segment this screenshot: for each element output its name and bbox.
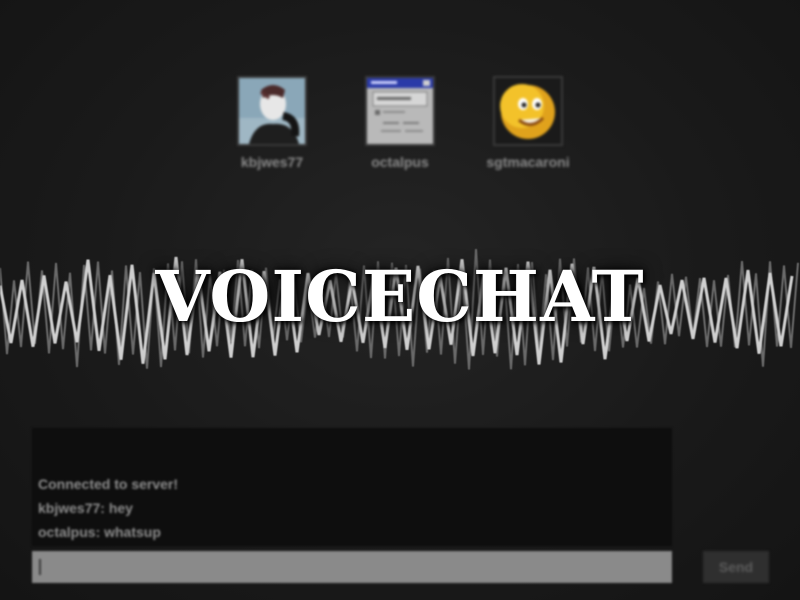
smiley-face-icon [493, 76, 563, 146]
chat-input[interactable] [32, 551, 672, 583]
username: kbjwes77 [240, 154, 304, 170]
window-screenshot-icon [365, 76, 435, 146]
send-button[interactable]: Send [703, 551, 769, 583]
chat-log: Connected to server! kbjwes77: hey octal… [32, 428, 672, 546]
person-photo-icon [237, 76, 307, 146]
user-card[interactable]: octalpus [345, 76, 455, 170]
chat-message: Connected to server! [38, 476, 179, 492]
app-title: VOICECHAT [155, 255, 645, 338]
user-card[interactable]: sgtmacaroni [473, 76, 583, 170]
user-list: kbjwes77 octalpus sgtmacaroni [0, 76, 800, 176]
chat-message: octalpus: whatsup [38, 524, 161, 540]
username: octalpus [371, 154, 429, 170]
chat-message: kbjwes77: hey [38, 500, 133, 516]
text-caret [39, 559, 41, 575]
username: sgtmacaroni [486, 154, 570, 170]
user-card[interactable]: kbjwes77 [217, 76, 327, 170]
